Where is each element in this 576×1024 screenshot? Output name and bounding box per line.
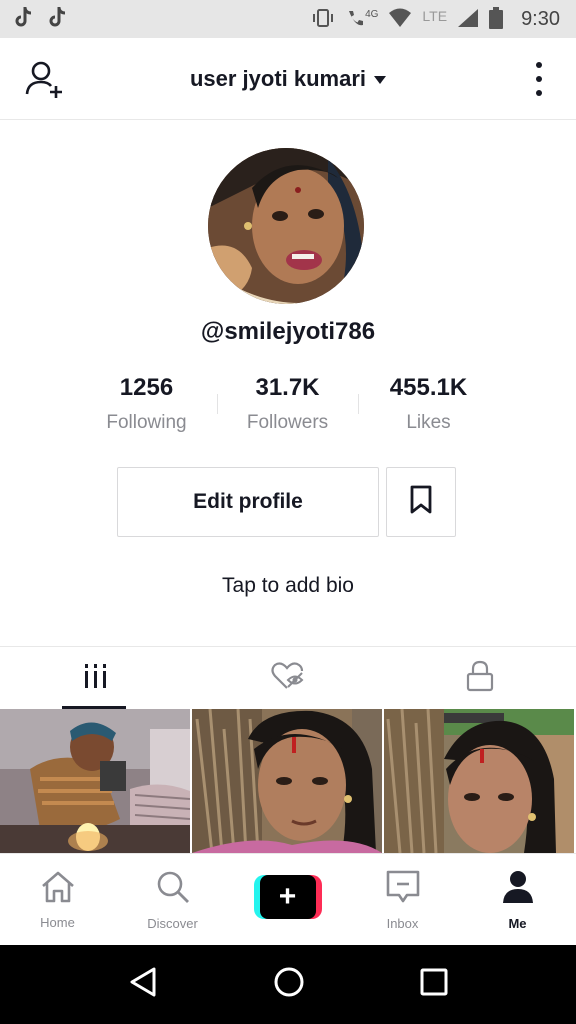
bottom-nav: Home Discover + Inbox Me: [0, 853, 576, 945]
profile-header: user jyoti kumari: [0, 38, 576, 120]
more-vertical-icon[interactable]: [532, 62, 546, 96]
system-nav-bar: [0, 945, 576, 1024]
video-thumbnail[interactable]: [384, 709, 574, 853]
profile-username: @smilejyoti786: [200, 318, 376, 345]
stat-following[interactable]: 1256 Following: [76, 374, 217, 434]
add-bio-link[interactable]: Tap to add bio: [0, 574, 576, 598]
divider: [358, 394, 359, 414]
stat-likes[interactable]: 455.1K Likes: [358, 374, 499, 434]
status-bar: 4G LTE 9:30: [0, 0, 576, 38]
vibrate-icon: [311, 8, 335, 31]
call-4g-icon: 4G: [345, 9, 378, 29]
profile-stats: 1256 Following 31.7K Followers 455.1K Li…: [76, 374, 500, 434]
nav-home[interactable]: Home: [0, 854, 115, 946]
nav-label: Home: [40, 915, 75, 930]
plus-icon: +: [259, 875, 316, 919]
liked-hidden-icon: [271, 661, 305, 695]
edit-profile-button[interactable]: Edit profile: [117, 467, 379, 537]
header-title: user jyoti kumari: [189, 65, 367, 91]
nav-discover[interactable]: Discover: [115, 854, 230, 946]
stat-value: 455.1K: [389, 374, 468, 401]
wifi-icon: [388, 8, 412, 31]
inbox-icon: [385, 869, 421, 910]
signal-icon: [457, 8, 479, 31]
lte-label: LTE: [422, 8, 448, 24]
tiktok-icon: [48, 6, 68, 33]
network-type-label: 4G: [365, 9, 379, 20]
nav-inbox[interactable]: Inbox: [345, 854, 460, 946]
back-icon[interactable]: [128, 966, 158, 1003]
recents-icon[interactable]: [420, 968, 448, 1001]
tab-private[interactable]: [384, 647, 576, 709]
stat-value: 31.7K: [255, 374, 320, 401]
status-time: 9:30: [521, 7, 560, 30]
battery-icon: [489, 6, 504, 32]
account-switcher[interactable]: user jyoti kumari: [189, 65, 387, 92]
stat-label: Likes: [406, 412, 451, 433]
nav-label: Inbox: [386, 916, 419, 931]
lock-icon: [466, 660, 494, 697]
home-icon: [39, 870, 77, 909]
tab-videos[interactable]: [0, 647, 192, 709]
chevron-down-icon: [374, 75, 387, 84]
nav-create[interactable]: +: [230, 854, 345, 946]
search-icon: [155, 869, 191, 910]
bookmark-icon: [409, 485, 433, 520]
nav-me[interactable]: Me: [460, 854, 575, 946]
video-thumbnail[interactable]: [192, 709, 382, 853]
stat-label: Following: [106, 412, 187, 433]
stat-value: 1256: [119, 374, 174, 401]
video-grid: [0, 709, 576, 853]
nav-label: Discover: [147, 916, 198, 931]
avatar[interactable]: [208, 148, 364, 304]
nav-label: Me: [508, 916, 527, 931]
create-button[interactable]: +: [253, 875, 322, 919]
tiktok-icon: [14, 6, 34, 33]
divider: [217, 394, 218, 414]
person-icon: [501, 869, 535, 910]
stat-followers[interactable]: 31.7K Followers: [217, 374, 358, 434]
tab-liked[interactable]: [192, 647, 384, 709]
grid-icon: [83, 663, 109, 694]
home-circle-icon[interactable]: [273, 966, 305, 1003]
content-tabs: [0, 646, 576, 709]
add-user-icon[interactable]: [24, 60, 68, 100]
video-thumbnail[interactable]: [0, 709, 190, 853]
stat-label: Followers: [246, 412, 329, 433]
favorites-button[interactable]: [386, 467, 456, 537]
